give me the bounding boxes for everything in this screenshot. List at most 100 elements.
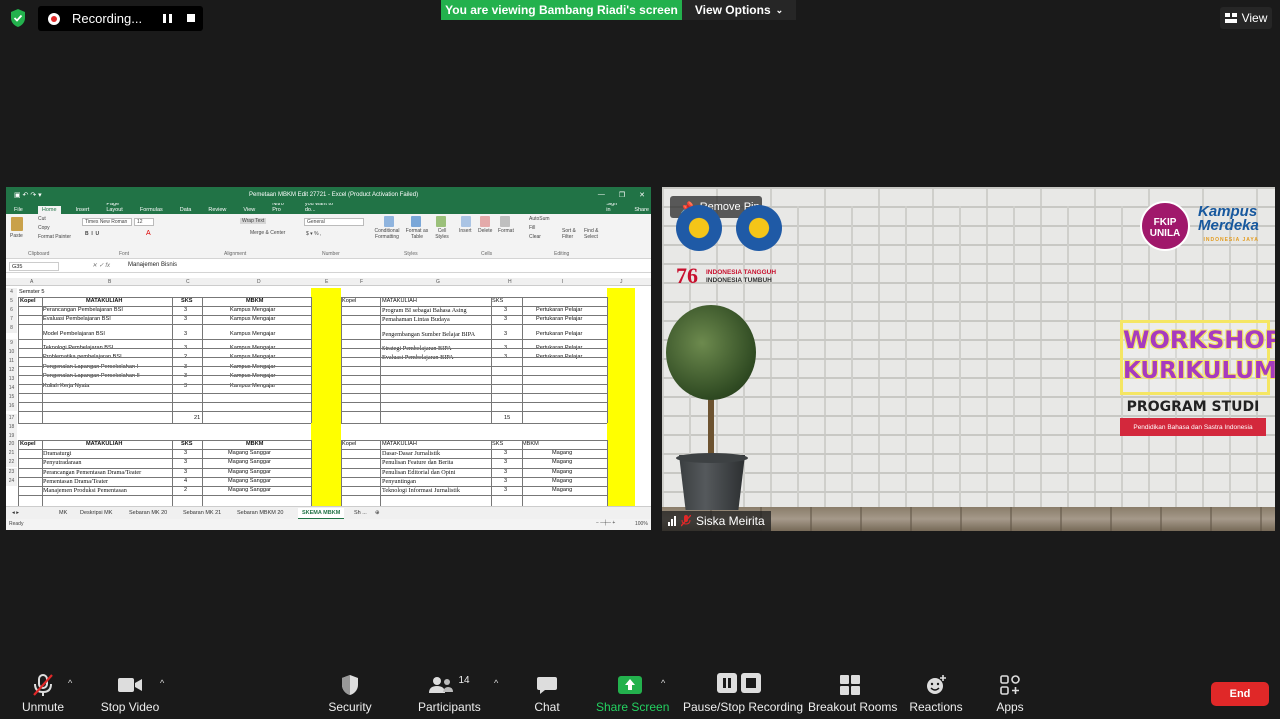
maximize-icon[interactable]: ❐ [619,191,625,199]
shared-screen-excel[interactable]: ▣ ↶ ↷ ▾ Pemetaan MBKM Edit 27721 - Excel… [6,187,651,530]
paste-icon[interactable] [11,217,23,231]
sks-cell[interactable]: 3 [184,306,187,315]
course-name-cell[interactable]: Model Pembelajaran BSI [43,330,105,339]
menu-data[interactable]: Data [178,207,194,214]
menu-home[interactable]: Home [37,206,61,214]
reactions-button[interactable]: Reactions [907,672,965,718]
hdr-kopel[interactable]: Kopel [20,297,36,306]
course-name-cell[interactable]: Pementasan Drama/Teater [43,477,108,486]
course-name-cell[interactable]: Teknologi Informasi Jurnalistik [382,486,460,495]
sheet-nav-arrows[interactable]: ◂ ▸ [12,510,19,516]
formula-input[interactable]: Manajemen Bisnis [128,262,177,268]
mbkm-cell[interactable]: Magang Sanggar [228,449,271,458]
semester-label[interactable]: Semster 5 [19,288,45,297]
conditional-formatting-icon[interactable] [384,216,394,227]
bold-italic-underline[interactable]: B I U [85,231,99,237]
row-header[interactable]: 18 [6,423,17,432]
row-header[interactable]: 7 [6,315,17,324]
mbkm-cell[interactable]: Magang [552,458,572,467]
security-button[interactable]: Security [325,672,375,718]
mbkm-cell[interactable]: Kampus Mengajar [230,315,275,324]
apps-button[interactable]: Apps [990,672,1030,718]
format-label[interactable]: Format [498,228,514,234]
mbkm-cell[interactable]: Kampus Mengajar [230,330,275,339]
sks-cell[interactable]: 2 [184,486,187,495]
course-name-cell[interactable]: Penulisan Editorial dan Opini [382,468,455,477]
course-name-cell[interactable]: Penyuntingan [382,477,416,486]
sheet-tab-sebaran-20[interactable]: Sebaran MK 20 [129,510,167,516]
course-name-cell[interactable]: Pemahaman Lintas Budaya [382,315,450,324]
delete-label[interactable]: Delete [478,228,492,234]
clear-button[interactable]: Clear [529,234,541,240]
col-i[interactable]: I [562,279,563,285]
hdr2-kopel-right[interactable]: Kopel [342,440,356,449]
mbkm-cell[interactable]: Magang [552,486,572,495]
row-header[interactable]: 11 [6,357,17,366]
view-options-button[interactable]: View Options ⌄ [682,0,796,20]
hdr2-mbkm-right[interactable]: MBKM [522,440,539,449]
breakout-rooms-button[interactable]: Breakout Rooms [808,672,897,718]
menu-formulas[interactable]: Formulas [138,207,165,214]
spreadsheet-grid[interactable]: A B C D E F G H I J 4 5 6 7 8 9 10 11 12 13 14 15 16… [6,278,651,506]
sks-cell[interactable]: 3 [504,468,507,477]
hdr-sks[interactable]: SKS [181,297,193,306]
course-name-cell[interactable]: Dasar-Dasar Jurnalistik [382,449,440,458]
audio-options-chevron[interactable]: ^ [68,678,72,688]
name-box[interactable]: G35 [9,262,59,271]
row-header[interactable]: 23 [6,468,17,477]
zoom-slider[interactable]: − ─┼─ + [596,520,615,526]
course-name-cell[interactable]: Perancangan Pembelajaran BSI [43,306,123,315]
hdr-sks-right[interactable]: SKS [492,297,503,306]
col-d[interactable]: D [257,279,261,285]
sks-cell[interactable]: 3 [184,315,187,324]
conditional-formatting-label[interactable]: Conditional Formatting [372,228,402,240]
sks-cell[interactable]: 3 [504,486,507,495]
sks-cell[interactable]: 3 [504,330,507,339]
wrap-text-button[interactable]: Wrap Text [240,218,267,224]
share-screen-button[interactable]: Share Screen [596,672,669,718]
row-header[interactable]: 12 [6,366,17,375]
col-j[interactable]: J [620,279,623,285]
currency-percent[interactable]: $ ▾ % , [306,231,321,237]
view-button[interactable]: View [1220,7,1272,29]
share-options-chevron[interactable]: ^ [661,678,665,688]
sheet-tab-more[interactable]: Sh ... [354,510,367,516]
stop-recording-icon[interactable] [187,14,195,22]
mbkm-cell[interactable]: Kampus Mengajar [230,372,275,381]
mbkm-cell[interactable]: Magang [552,477,572,486]
col-g[interactable]: G [436,279,440,285]
font-size-select[interactable]: 12 [134,218,154,226]
shield-icon[interactable] [9,8,27,28]
cell-styles-icon[interactable] [436,216,446,227]
delete-cells-icon[interactable] [480,216,490,227]
sks-cell[interactable]: 3 [184,363,187,372]
mbkm-cell[interactable]: Kampus Mengajar [230,363,275,372]
chat-button[interactable]: Chat [527,672,567,718]
format-cells-icon[interactable] [500,216,510,227]
video-options-chevron[interactable]: ^ [160,678,164,688]
hdr-mbkm[interactable]: MBKM [246,297,263,306]
font-name-select[interactable]: Times New Roman [82,218,132,226]
course-name-cell[interactable]: Pengenalan Lapangan Persekolahan I [43,363,138,372]
hdr-matakuliah[interactable]: MATAKULIAH [86,297,122,306]
pause-recording-icon[interactable] [163,14,172,23]
fill-button[interactable]: Fill [529,225,535,231]
find-select-button[interactable]: Find & Select [584,228,604,240]
row-header[interactable]: 4 [6,288,17,297]
participant-video[interactable]: 📌 Remove Pin 76 INDONESIA TANGGUH INDONE… [662,187,1275,531]
insert-cells-icon[interactable] [461,216,471,227]
hdr-kopel-right[interactable]: Kopel [342,297,356,306]
course-name-cell[interactable]: Program BI sebagai Bahasa Asing [382,306,467,315]
close-icon[interactable]: ✕ [639,191,645,199]
sks-cell[interactable]: 3 [184,449,187,458]
participants-options-chevron[interactable]: ^ [494,678,498,688]
col-f[interactable]: F [360,279,363,285]
row-header[interactable]: 9 [6,339,17,348]
format-as-table-label[interactable]: Format as Table [404,228,430,240]
cut-button[interactable]: Cut [38,216,46,222]
row-header[interactable]: 16 [6,402,17,411]
end-meeting-button[interactable]: End [1211,682,1269,706]
copy-button[interactable]: Copy [38,225,50,231]
hdr2-matakuliah[interactable]: MATAKULIAH [86,440,122,449]
mbkm-cell[interactable]: Magang Sanggar [228,477,271,486]
